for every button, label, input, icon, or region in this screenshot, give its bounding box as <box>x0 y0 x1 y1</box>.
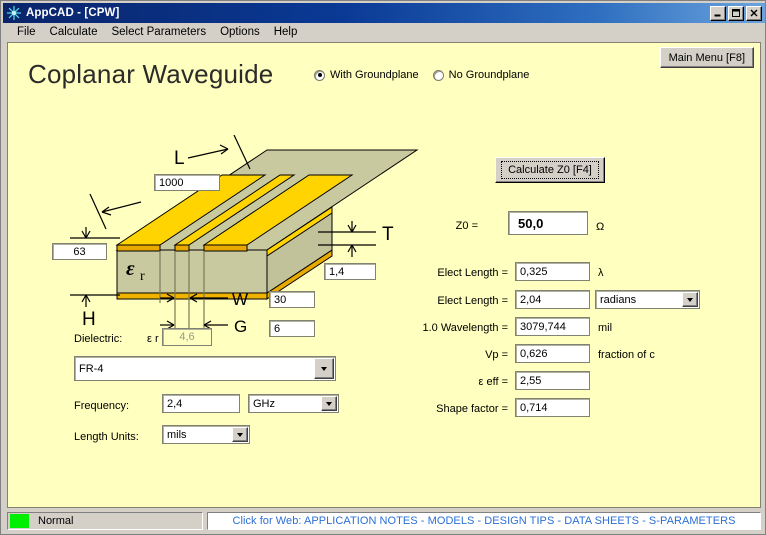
frequency-label: Frequency: <box>74 400 130 412</box>
diagram-label-H: H <box>82 309 96 330</box>
calculate-z0-button[interactable]: Calculate Z0 [F4] <box>495 157 605 183</box>
radio-no-groundplane-icon[interactable] <box>432 69 444 81</box>
elect-length-radians-label: Elect Length = <box>437 295 508 307</box>
length-units-label: Length Units: <box>74 431 139 443</box>
svg-text:r: r <box>140 269 145 284</box>
status-mode-pane: Normal <box>7 512 203 530</box>
calculate-z0-button-label: Calculate Z0 [F4] <box>501 161 599 179</box>
status-bar: Normal Click for Web: APPLICATION NOTES … <box>3 510 765 532</box>
appcad-window: AppCAD - [CPW] File Calculate Select Par… <box>0 0 766 535</box>
vp-value[interactable]: 0,626 <box>515 344 590 363</box>
diagram-label-T: T <box>382 224 394 245</box>
elect-length-lambda-value[interactable]: 0,325 <box>515 262 590 281</box>
z0-unit: Ω <box>596 221 605 233</box>
dielectric-er-input[interactable]: 4,6 <box>162 328 212 346</box>
radio-with-groundplane-label: With Groundplane <box>330 69 419 81</box>
status-led-icon <box>10 514 29 528</box>
z0-label: Z0 = <box>455 220 478 232</box>
dielectric-material-select[interactable]: FR-4 <box>74 356 336 381</box>
title-bar: AppCAD - [CPW] <box>3 3 765 23</box>
close-icon[interactable] <box>746 5 762 21</box>
eps-eff-value[interactable]: 2,55 <box>515 371 590 390</box>
height-input-H[interactable]: 63 <box>52 243 107 260</box>
chevron-down-icon[interactable] <box>321 396 337 411</box>
window-controls <box>710 5 762 21</box>
menu-item-file[interactable]: File <box>10 25 43 40</box>
menu-bar: File Calculate Select Parameters Options… <box>3 23 765 41</box>
z0-value[interactable]: 50,0 <box>508 211 588 235</box>
frequency-input[interactable]: 2,4 <box>162 394 240 413</box>
page-title: Coplanar Waveguide <box>28 59 274 89</box>
diagram-label-G: G <box>234 317 247 336</box>
wavelength-unit: mil <box>598 322 613 334</box>
wavelength-value[interactable]: 3079,744 <box>515 317 590 336</box>
elect-length-units-select[interactable]: radians <box>595 290 700 309</box>
web-links-label[interactable]: Click for Web: APPLICATION NOTES - MODEL… <box>233 515 736 527</box>
length-units-value: mils <box>167 428 187 441</box>
minimize-icon[interactable] <box>710 5 726 21</box>
chevron-down-icon[interactable] <box>682 292 698 307</box>
length-units-select[interactable]: mils <box>162 425 250 444</box>
radio-no-groundplane[interactable]: No Groundplane <box>432 69 530 81</box>
svg-text:ε: ε <box>126 256 135 280</box>
web-links-pane[interactable]: Click for Web: APPLICATION NOTES - MODEL… <box>207 512 761 530</box>
dielectric-material-value: FR-4 <box>79 362 104 375</box>
chevron-down-icon[interactable] <box>314 358 334 379</box>
elect-length-units-value: radians <box>600 293 637 306</box>
chevron-down-icon[interactable] <box>232 427 248 442</box>
menu-item-help[interactable]: Help <box>267 25 305 40</box>
frequency-units-value: GHz <box>253 397 275 410</box>
menu-item-select-parameters[interactable]: Select Parameters <box>104 25 213 40</box>
radio-no-groundplane-label: No Groundplane <box>448 69 530 81</box>
vp-label: Vp = <box>485 349 508 361</box>
groundplane-radio-group: With Groundplane No Groundplane <box>314 69 529 81</box>
diagram-label-L: L <box>174 148 185 169</box>
width-input-W[interactable]: 30 <box>269 291 315 308</box>
status-mode-label: Normal <box>38 515 74 527</box>
length-input-L[interactable]: 1000 <box>154 174 220 191</box>
main-menu-button[interactable]: Main Menu [F8] <box>659 47 754 68</box>
elect-length-lambda-unit: λ <box>598 267 604 279</box>
eps-eff-label: ε eff = <box>478 376 508 388</box>
shape-factor-label: Shape factor = <box>436 403 508 415</box>
elect-length-radians-value[interactable]: 2,04 <box>515 290 590 309</box>
window-title: AppCAD - [CPW] <box>26 7 120 19</box>
dielectric-label: Dielectric: <box>74 333 123 345</box>
thickness-input-T[interactable]: 1,4 <box>324 263 376 280</box>
maximize-icon[interactable] <box>728 5 744 21</box>
client-area: Coplanar Waveguide With Groundplane No G… <box>7 42 761 508</box>
diagram-label-W: W <box>232 290 248 309</box>
gap-input-G[interactable]: 6 <box>269 320 315 337</box>
vp-unit: fraction of c <box>598 349 655 361</box>
radio-with-groundplane-icon[interactable] <box>314 69 325 81</box>
appcad-starburst-icon <box>6 5 22 21</box>
radio-with-groundplane[interactable]: With Groundplane <box>314 69 419 81</box>
elect-length-lambda-label: Elect Length = <box>437 267 508 279</box>
wavelength-label: 1.0 Wavelength = <box>422 322 508 334</box>
menu-item-calculate[interactable]: Calculate <box>43 25 105 40</box>
menu-item-options[interactable]: Options <box>213 25 267 40</box>
shape-factor-value[interactable]: 0,714 <box>515 398 590 417</box>
frequency-units-select[interactable]: GHz <box>248 394 339 413</box>
